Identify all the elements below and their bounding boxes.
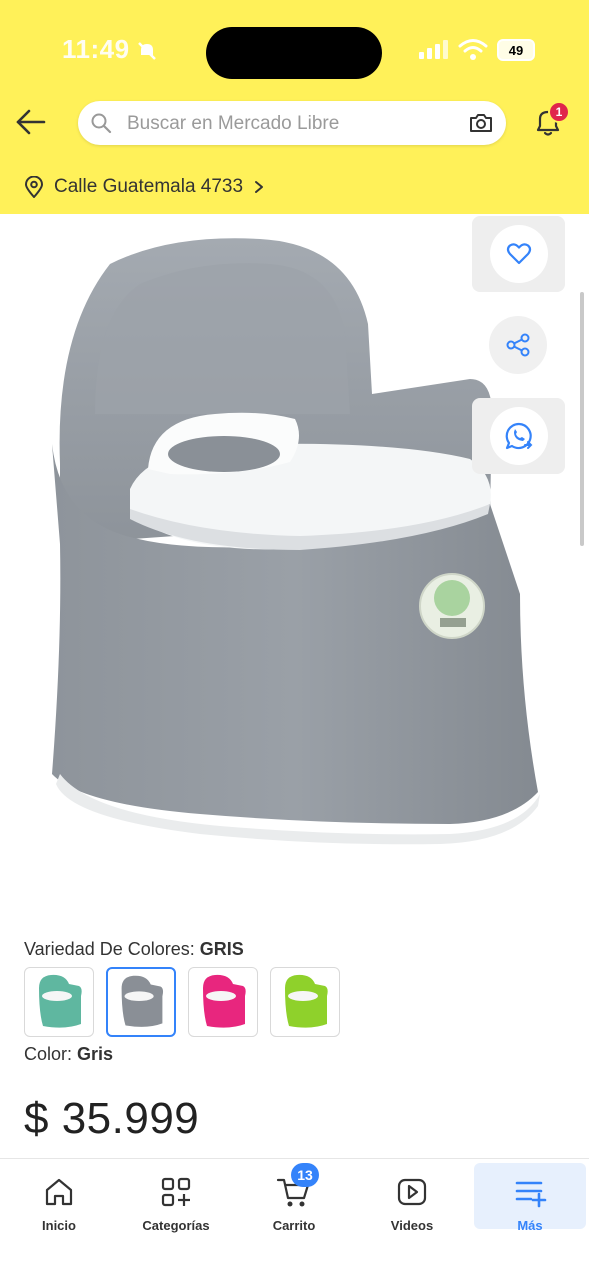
dynamic-island	[206, 27, 382, 79]
location-pin-icon	[24, 176, 44, 198]
variant-gray-image	[121, 975, 164, 1027]
favorite-button[interactable]	[472, 216, 565, 292]
whatsapp-icon	[505, 422, 532, 450]
menu-plus-icon	[515, 1181, 547, 1208]
scrollbar[interactable]	[580, 292, 584, 546]
variant-teal-image	[39, 974, 82, 1028]
header: 11:49 49 Buscar en Mercado Libre 1 Calle…	[0, 0, 589, 214]
variant-thumb-gray[interactable]	[106, 967, 176, 1037]
heart-icon	[506, 243, 531, 265]
nav-label-inicio: Inicio	[42, 1218, 76, 1233]
nav-item-inicio[interactable]: Inicio	[3, 1163, 115, 1233]
notification-badge: 1	[548, 101, 570, 123]
location-text: Calle Guatemala 4733	[54, 176, 244, 197]
product-price: $ 35.999	[24, 1094, 200, 1143]
silent-mode-icon	[138, 42, 156, 60]
search-placeholder: Buscar en Mercado Libre	[127, 113, 340, 134]
variant-thumb-pink[interactable]	[188, 967, 258, 1037]
nav-item-categorias[interactable]: Categorías	[120, 1163, 232, 1233]
nav-label-carrito: Carrito	[272, 1218, 316, 1233]
status-bar: 11:49 49	[0, 0, 589, 96]
product-image-gallery[interactable]	[0, 214, 589, 914]
variant-label: Variedad De Colores: GRIS	[24, 939, 244, 959]
variant-green-image	[285, 974, 328, 1028]
search-bar[interactable]: Buscar en Mercado Libre	[78, 101, 506, 145]
back-arrow-icon[interactable]	[14, 105, 48, 139]
video-icon	[397, 1178, 427, 1206]
wifi-icon	[458, 39, 488, 60]
search-icon	[91, 113, 112, 134]
share-icon	[506, 333, 530, 357]
variant-pink-image	[203, 974, 246, 1028]
variant-thumb-green[interactable]	[270, 967, 340, 1037]
nav-label-mas: Más	[517, 1218, 543, 1233]
home-icon	[45, 1178, 73, 1206]
nav-label-videos: Videos	[390, 1218, 434, 1233]
selected-color-label: Color: Gris	[24, 1044, 114, 1064]
nav-label-categorias: Categorías	[142, 1218, 210, 1233]
nav-item-videos[interactable]: Videos	[356, 1163, 468, 1233]
variant-value: GRIS	[199, 939, 244, 959]
cart-count-badge: 13	[291, 1163, 319, 1187]
share-button[interactable]	[489, 316, 547, 374]
selected-color-value: Gris	[77, 1044, 114, 1064]
signal-icon	[419, 40, 448, 59]
delivery-location[interactable]: Calle Guatemala 4733	[24, 174, 267, 200]
nav-item-mas[interactable]: Más	[474, 1163, 586, 1233]
whatsapp-share-button[interactable]	[472, 398, 565, 474]
variant-thumb-teal[interactable]	[24, 967, 94, 1037]
status-time: 11:49	[62, 34, 130, 64]
chevron-right-icon	[255, 181, 264, 193]
categories-icon	[161, 1177, 191, 1207]
product-image	[52, 238, 540, 845]
battery-indicator: 49	[497, 39, 535, 61]
camera-icon[interactable]	[468, 111, 494, 135]
